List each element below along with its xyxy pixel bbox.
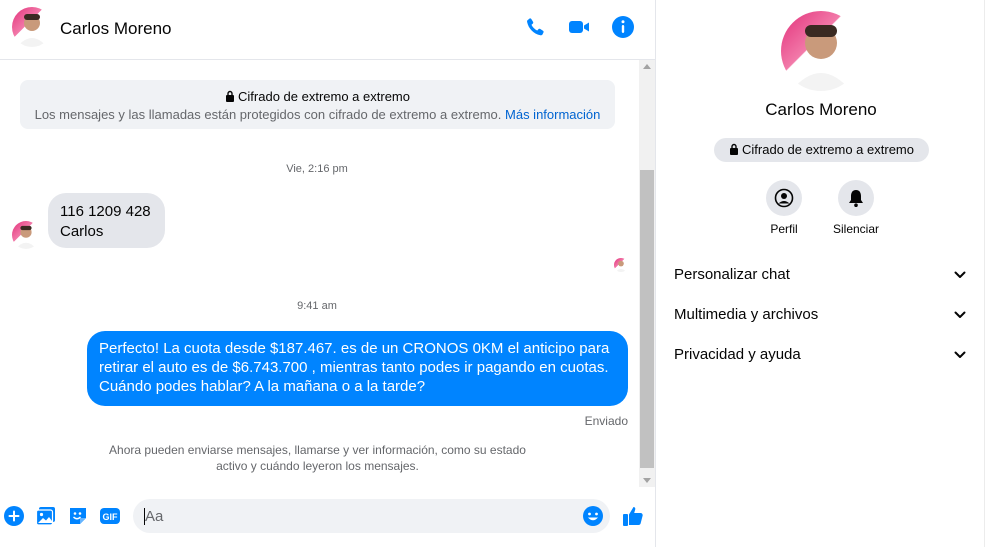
- lock-icon: [730, 143, 739, 155]
- message-status: Enviado: [584, 414, 628, 428]
- encryption-title: Cifrado de extremo a extremo: [238, 89, 410, 104]
- chat-scrollbar[interactable]: [639, 60, 655, 487]
- gif-label: GIF: [103, 512, 119, 522]
- customize-chat-section[interactable]: Personalizar chat: [664, 255, 974, 295]
- chevron-down-icon: [954, 311, 966, 318]
- profile-avatar-large[interactable]: [781, 11, 861, 91]
- info-panel-scrollbar[interactable]: [984, 0, 998, 547]
- contact-avatar[interactable]: [12, 7, 52, 47]
- more-info-link[interactable]: Más información: [505, 107, 600, 122]
- outgoing-message-line: Perfecto! La cuota desde $187.467. es de…: [99, 340, 610, 357]
- chat-header: Carlos Moreno: [0, 0, 655, 60]
- phone-icon[interactable]: [523, 15, 547, 39]
- text-caret: [144, 508, 145, 525]
- encryption-notice: Cifrado de extremo a extremo Los mensaje…: [20, 80, 615, 129]
- info-icon[interactable]: [611, 15, 635, 39]
- mute-button[interactable]: Silenciar: [816, 180, 896, 236]
- lock-icon: [226, 90, 235, 102]
- scroll-up-arrow-icon[interactable]: [643, 64, 651, 69]
- thumbs-up-icon[interactable]: [621, 504, 645, 528]
- contact-name[interactable]: Carlos Moreno: [60, 19, 172, 39]
- encryption-description: Los mensajes y las llamadas están proteg…: [34, 107, 502, 122]
- scroll-down-arrow-icon[interactable]: [643, 478, 651, 483]
- outgoing-message-line: Cuándo podes hablar? A la mañana o a la …: [99, 378, 426, 395]
- outgoing-message-line: retirar el auto es de $6.743.700 , mient…: [99, 359, 609, 376]
- privacy-help-section[interactable]: Privacidad y ayuda: [664, 335, 974, 375]
- media-files-section[interactable]: Multimedia y archivos: [664, 295, 974, 335]
- conversation-info-panel: Carlos Moreno Cifrado de extremo a extre…: [655, 0, 998, 547]
- message-timestamp: Vie, 2:16 pm: [286, 163, 348, 175]
- message-input[interactable]: [133, 499, 610, 533]
- outgoing-message-bubble[interactable]: Perfecto! La cuota desde $187.467. es de…: [87, 331, 628, 406]
- scroll-thumb[interactable]: [640, 170, 654, 468]
- chevron-down-icon: [954, 271, 966, 278]
- incoming-message-line: Carlos: [60, 223, 104, 240]
- video-camera-icon[interactable]: [567, 15, 591, 39]
- chevron-down-icon: [954, 351, 966, 358]
- profile-name: Carlos Moreno: [765, 100, 877, 119]
- message-composer: GIF: [0, 487, 655, 547]
- sender-avatar[interactable]: [12, 221, 40, 249]
- mute-button-label: Silenciar: [832, 222, 880, 236]
- profile-button[interactable]: Perfil: [744, 180, 824, 236]
- read-receipt-avatar: [614, 258, 628, 272]
- incoming-message-bubble[interactable]: 116 1209 428 Carlos: [48, 193, 165, 248]
- gif-icon[interactable]: GIF: [99, 505, 121, 527]
- messenger-app: Carlos Moreno Cifrado de extremo a extre…: [0, 0, 998, 547]
- encryption-badge[interactable]: Cifrado de extremo a extremo: [714, 138, 929, 162]
- plus-circle-icon[interactable]: [3, 505, 25, 527]
- system-notice: Ahora pueden enviarse mensajes, llamarse…: [109, 443, 526, 473]
- photo-icon[interactable]: [35, 505, 57, 527]
- profile-button-label: Perfil: [770, 222, 798, 236]
- chat-pane: Carlos Moreno Cifrado de extremo a extre…: [0, 0, 655, 547]
- sticker-icon[interactable]: [67, 505, 89, 527]
- incoming-message-line: 116 1209 428: [60, 203, 151, 220]
- bell-icon: [849, 190, 863, 207]
- emoji-icon[interactable]: [582, 505, 604, 527]
- user-icon: [774, 188, 794, 208]
- message-timestamp: 9:41 am: [297, 300, 337, 312]
